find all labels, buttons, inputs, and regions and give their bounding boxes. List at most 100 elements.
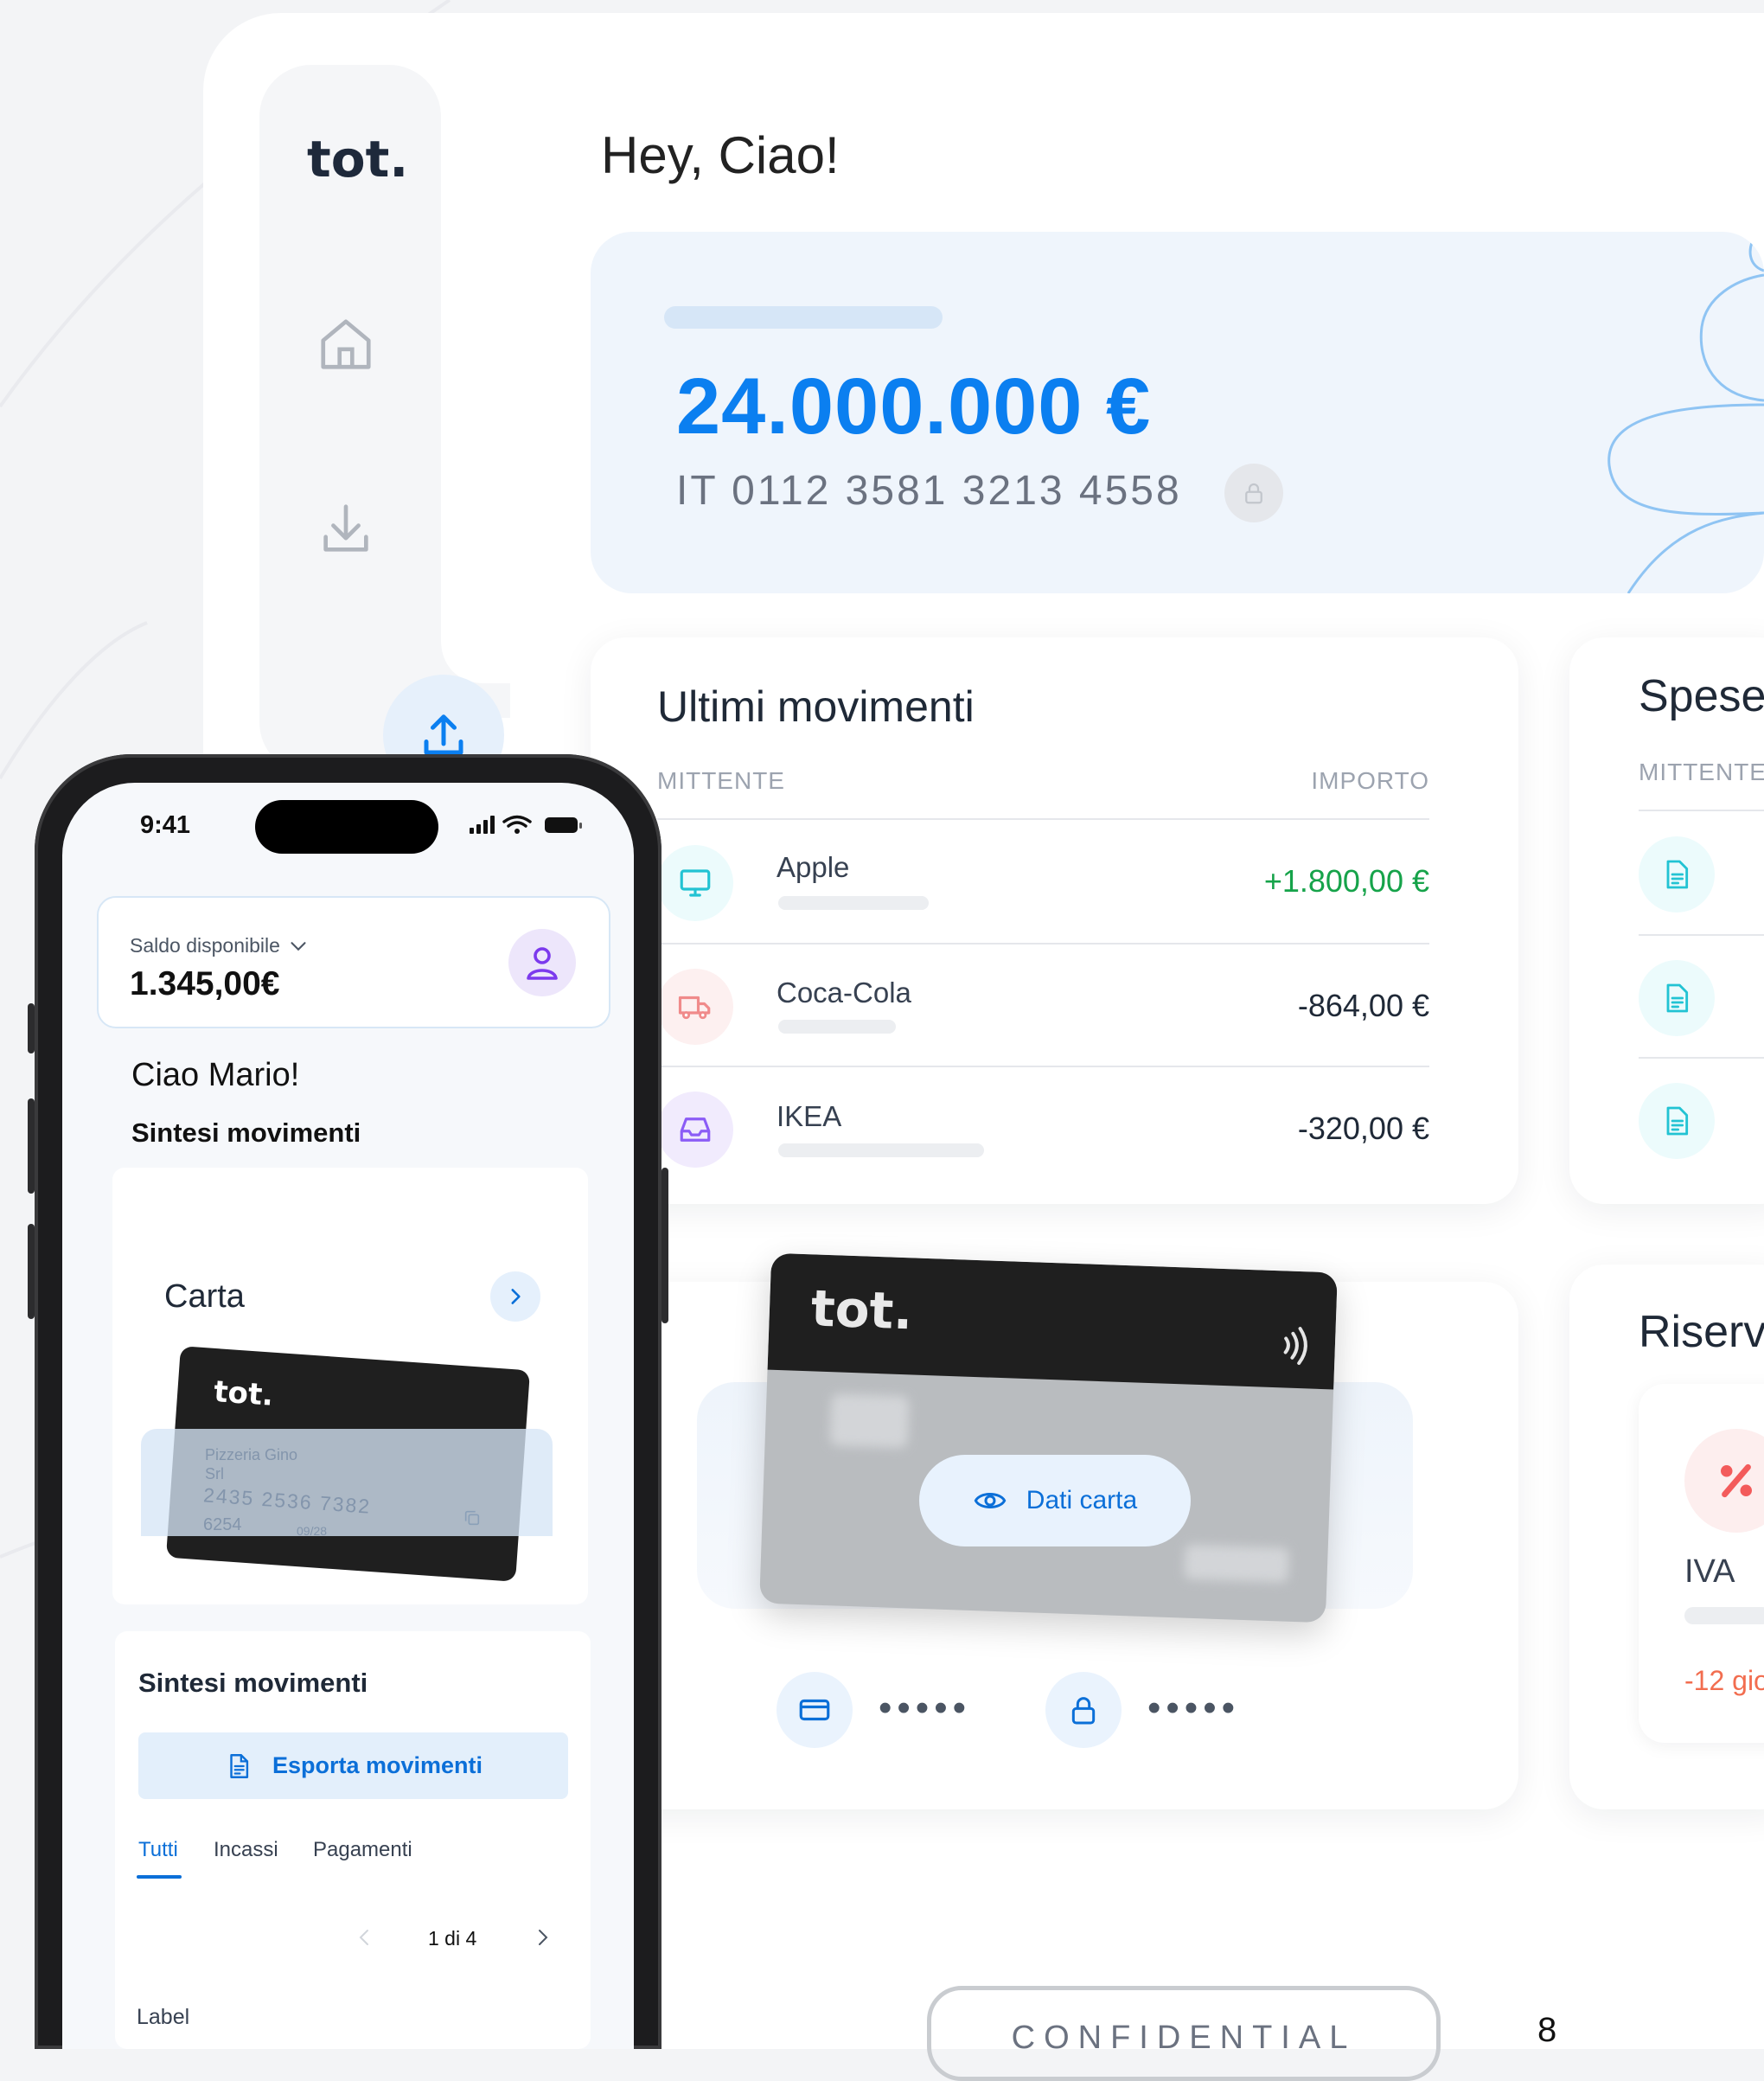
sidebar-item-home[interactable] [316,314,376,375]
column-amount: IMPORTO [1311,767,1429,794]
expense-row[interactable] [1639,836,1715,912]
chevron-right-icon [511,1289,521,1304]
divider [657,818,1429,820]
card-pin-masked: ••••• [1147,1687,1241,1729]
balance-card: 24.000.000 € IT 0112 3581 3213 4558 [591,232,1764,593]
copy-icon[interactable] [463,1508,482,1527]
tab-tutti[interactable]: Tutti [138,1838,178,1862]
phone-side-button [28,1224,35,1319]
credit-card-icon [799,1699,830,1721]
phone-side-button [28,1098,35,1194]
expenses-title: Spese [1639,671,1764,721]
balance-label-placeholder [664,306,943,329]
row-sender: Coca-Cola [777,976,911,1008]
payment-card: tot. [759,1252,1338,1623]
phone-card-logo: tot. [213,1374,275,1413]
active-tab-indicator [137,1875,182,1879]
card-chip-blurred [829,1393,910,1449]
card-pin-button[interactable] [1045,1672,1122,1748]
percent-icon [1721,1463,1752,1498]
home-icon [321,319,371,369]
card-brand-blurred [1184,1544,1289,1583]
pager-prev-button[interactable] [355,1924,375,1950]
movements-heading: Sintesi movimenti [138,1668,368,1698]
card-number: 2435 2536 7382 [202,1483,372,1518]
document-icon [230,1753,249,1778]
inbox-icon [680,1117,711,1142]
column-sender: MITTENTE [657,767,785,794]
divider [657,943,1429,944]
eye-icon [974,1493,1007,1508]
phone-power-button [662,1168,668,1323]
row-amount: -320,00 € [1297,1111,1429,1146]
expenses-column-sender: MITTENTE [1639,759,1764,785]
iban-number: IT 0112 3581 3213 4558 [676,468,1182,514]
expense-row[interactable] [1639,1083,1715,1159]
balance-label: Saldo disponibile [130,934,306,957]
stack-illustration [1607,232,1764,593]
tab-pagamenti[interactable]: Pagamenti [313,1838,412,1862]
confidential-stamp: CONFIDENTIAL [927,1986,1441,2081]
download-icon [323,504,368,552]
card-section-open-button[interactable] [490,1271,540,1322]
pager-next-button[interactable] [532,1924,553,1950]
row-amount: +1.800,00 € [1263,863,1429,899]
status-bar-icons [470,815,582,834]
pager-label: 1 di 4 [428,1927,477,1950]
row-sender: Apple [777,851,850,883]
truck-icon [678,996,711,1020]
card-section-title: Carta [164,1278,245,1315]
divider [657,1066,1429,1067]
card-holder: Pizzeria Gino [205,1446,298,1463]
divider [1639,810,1764,811]
lock-icon [1071,1697,1096,1725]
row-amount: -864,00 € [1297,988,1429,1023]
profile-avatar-button[interactable] [508,929,576,996]
card-number-masked: ••••• [879,1687,972,1729]
row-subtitle-placeholder [778,1143,984,1157]
reserve-item-days: -12 gio [1684,1665,1764,1696]
phone-greeting: Ciao Mario! [131,1057,300,1093]
phone-card-glass: Pizzeria Gino Srl 2435 2536 7382 6254 09… [141,1429,553,1538]
divider [1639,934,1764,936]
upload-icon [424,714,463,755]
battery-icon [545,817,582,833]
expense-row[interactable] [1639,960,1715,1036]
card-logo: tot. [809,1278,914,1341]
chevron-down-icon [291,942,306,951]
export-movements-button[interactable]: Esporta movimenti [138,1732,568,1799]
sidebar-logo: tot. [307,130,409,189]
card-number-tail: 6254 [203,1515,242,1534]
reserve-progress-placeholder [1684,1607,1764,1624]
balance-amount: 24.000.000 € [676,362,1152,451]
card-details-button[interactable]: Dati carta [919,1455,1191,1546]
page-number: 8 [1537,2011,1557,2049]
row-subtitle-placeholder [778,1020,896,1034]
row-subtitle-placeholder [778,896,929,910]
divider [1639,1057,1764,1059]
card-holder-sub: Srl [205,1465,224,1482]
status-time: 9:41 [140,811,191,839]
iban-lock-button[interactable] [1224,464,1283,522]
dynamic-island [255,800,438,854]
tab-incassi[interactable]: Incassi [214,1838,278,1862]
user-icon [527,947,558,980]
sidebar-item-download[interactable] [316,499,376,560]
phone-side-button [28,1003,35,1053]
export-movements-label: Esporta movimenti [272,1752,483,1778]
monitor-icon [680,869,711,897]
balance-label-text: Saldo disponibile [130,934,280,957]
row-icon-badge [657,1092,733,1168]
document-icon [1666,860,1689,889]
page-greeting: Hey, Ciao! [601,126,840,184]
document-icon [1666,1106,1689,1136]
reserves-title: Riserv [1639,1307,1764,1357]
document-icon [1666,983,1689,1013]
card-number-button[interactable] [777,1672,853,1748]
contactless-icon [1283,1327,1307,1366]
row-icon-badge [657,969,733,1045]
card-expiry: 09/28 [297,1524,328,1538]
reserve-item-label: IVA [1684,1553,1735,1590]
confidential-text: CONFIDENTIAL [1011,2020,1357,2056]
recent-movements-title: Ultimi movimenti [657,682,975,731]
